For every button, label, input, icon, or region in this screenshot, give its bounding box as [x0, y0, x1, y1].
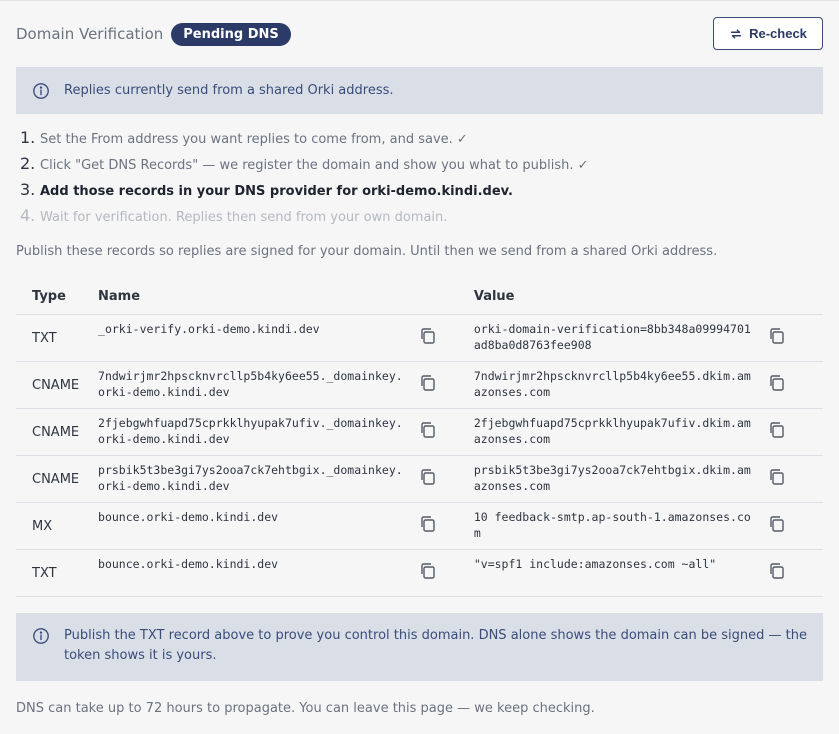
copy-icon[interactable]: [418, 467, 438, 487]
recheck-label: Re-check: [749, 26, 807, 41]
step-item: 2. Click "Get DNS Records" — we register…: [16, 154, 823, 180]
record-value: 10 feedback-smtp.ap-south-1.amazonses.co…: [473, 502, 752, 550]
copy-icon[interactable]: [418, 373, 438, 393]
record-value: orki-domain-verification=8bb348a09994701…: [473, 314, 752, 362]
record-value: "v=spf1 include:amazonses.com ~all": [473, 549, 752, 597]
record-name: bounce.orki-demo.kindi.dev: [98, 502, 403, 550]
records-description: Publish these records so replies are sig…: [16, 244, 718, 259]
record-name: 2fjebgwhfuapd75cprkklhyupak7ufiv._domain…: [98, 408, 403, 456]
copy-icon[interactable]: [418, 420, 438, 440]
copy-icon[interactable]: [767, 467, 787, 487]
table-row: CNAME 2fjebgwhfuapd75cprkklhyupak7ufiv._d…: [16, 408, 823, 456]
setup-steps: 1. Set the From address you want replies…: [16, 128, 823, 232]
step-item: 1. Set the From address you want replies…: [16, 128, 823, 154]
record-name: 7ndwirjmr2hpscknvrcllp5b4ky6ee55._domain…: [98, 361, 403, 409]
record-type: CNAME: [16, 361, 99, 409]
step-text: Wait for verification. Replies then send…: [40, 210, 448, 225]
step-text: Set the From address you want replies to…: [40, 132, 468, 147]
step-item: 4. Wait for verification. Replies then s…: [16, 206, 823, 232]
status-badge: Pending DNS: [171, 22, 291, 46]
record-type: CNAME: [16, 408, 99, 456]
record-name: _orki-verify.orki-demo.kindi.dev: [98, 314, 403, 362]
info-circle-icon: [33, 628, 49, 644]
step-text: Click "Get DNS Records" — we register th…: [40, 158, 589, 173]
record-value: 7ndwirjmr2hpscknvrcllp5b4ky6ee55.dkim.am…: [473, 361, 752, 409]
copy-icon[interactable]: [767, 420, 787, 440]
copy-icon[interactable]: [418, 561, 438, 581]
copy-icon[interactable]: [767, 514, 787, 534]
info-banner-shared-address: Replies currently send from a shared Ork…: [16, 67, 823, 114]
domain-verification-page: Domain Verification Pending DNS Re-check…: [0, 0, 839, 734]
table-row: MX bounce.orki-demo.kindi.dev 10 feedback-…: [16, 502, 823, 550]
info-banner-txt-record: Publish the TXT record above to prove yo…: [16, 613, 823, 681]
step-item: 3. Add those records in your DNS provide…: [16, 180, 823, 206]
column-header-name: Name: [98, 278, 403, 315]
info-banner-text: Replies currently send from a shared Ork…: [64, 82, 394, 98]
record-type: TXT: [16, 549, 99, 597]
record-value: prsbik5t3be3gi7ys2ooa7ck7ehtbgix.dkim.am…: [473, 455, 752, 503]
column-header-value: Value: [473, 278, 752, 315]
info-banner-text: Publish the TXT record above to prove yo…: [64, 628, 807, 663]
table-row: CNAME prsbik5t3be3gi7ys2ooa7ck7ehtbgix._d…: [16, 455, 823, 503]
table-header-row: Type Name Value: [16, 278, 823, 315]
recheck-button[interactable]: Re-check: [713, 17, 823, 50]
record-type: CNAME: [16, 455, 99, 503]
column-header-type: Type: [16, 278, 99, 315]
table-row: CNAME 7ndwirjmr2hpscknvrcllp5b4ky6ee55._d…: [16, 361, 823, 409]
header: Domain Verification Pending DNS Re-check: [16, 1, 823, 67]
step-number: 4.: [20, 206, 36, 225]
copy-icon[interactable]: [767, 561, 787, 581]
info-circle-icon: [33, 82, 49, 99]
step-number: 2.: [20, 154, 36, 173]
copy-icon[interactable]: [418, 514, 438, 534]
refresh-arrows-icon: [731, 28, 742, 39]
table-row: TXT _orki-verify.orki-demo.kindi.dev orki-…: [16, 314, 823, 362]
record-value: 2fjebgwhfuapd75cprkklhyupak7ufiv.dkim.am…: [473, 408, 752, 456]
record-type: TXT: [16, 314, 99, 362]
step-number: 1.: [20, 128, 36, 147]
step-text: Add those records in your DNS provider f…: [40, 184, 513, 199]
copy-icon[interactable]: [767, 373, 787, 393]
record-type: MX: [16, 502, 99, 550]
copy-icon[interactable]: [767, 326, 787, 346]
step-number: 3.: [20, 180, 36, 199]
table-row: TXT bounce.orki-demo.kindi.dev "v=spf1 inc…: [16, 549, 823, 597]
record-name: bounce.orki-demo.kindi.dev: [98, 549, 403, 597]
record-name: prsbik5t3be3gi7ys2ooa7ck7ehtbgix._domain…: [98, 455, 403, 503]
page-title: Domain Verification: [16, 25, 164, 43]
copy-icon[interactable]: [418, 326, 438, 346]
propagation-note: DNS can take up to 72 hours to propagate…: [16, 701, 595, 716]
dns-records-table: Type Name Value TXT _orki-verify.orki-dem…: [16, 278, 823, 597]
